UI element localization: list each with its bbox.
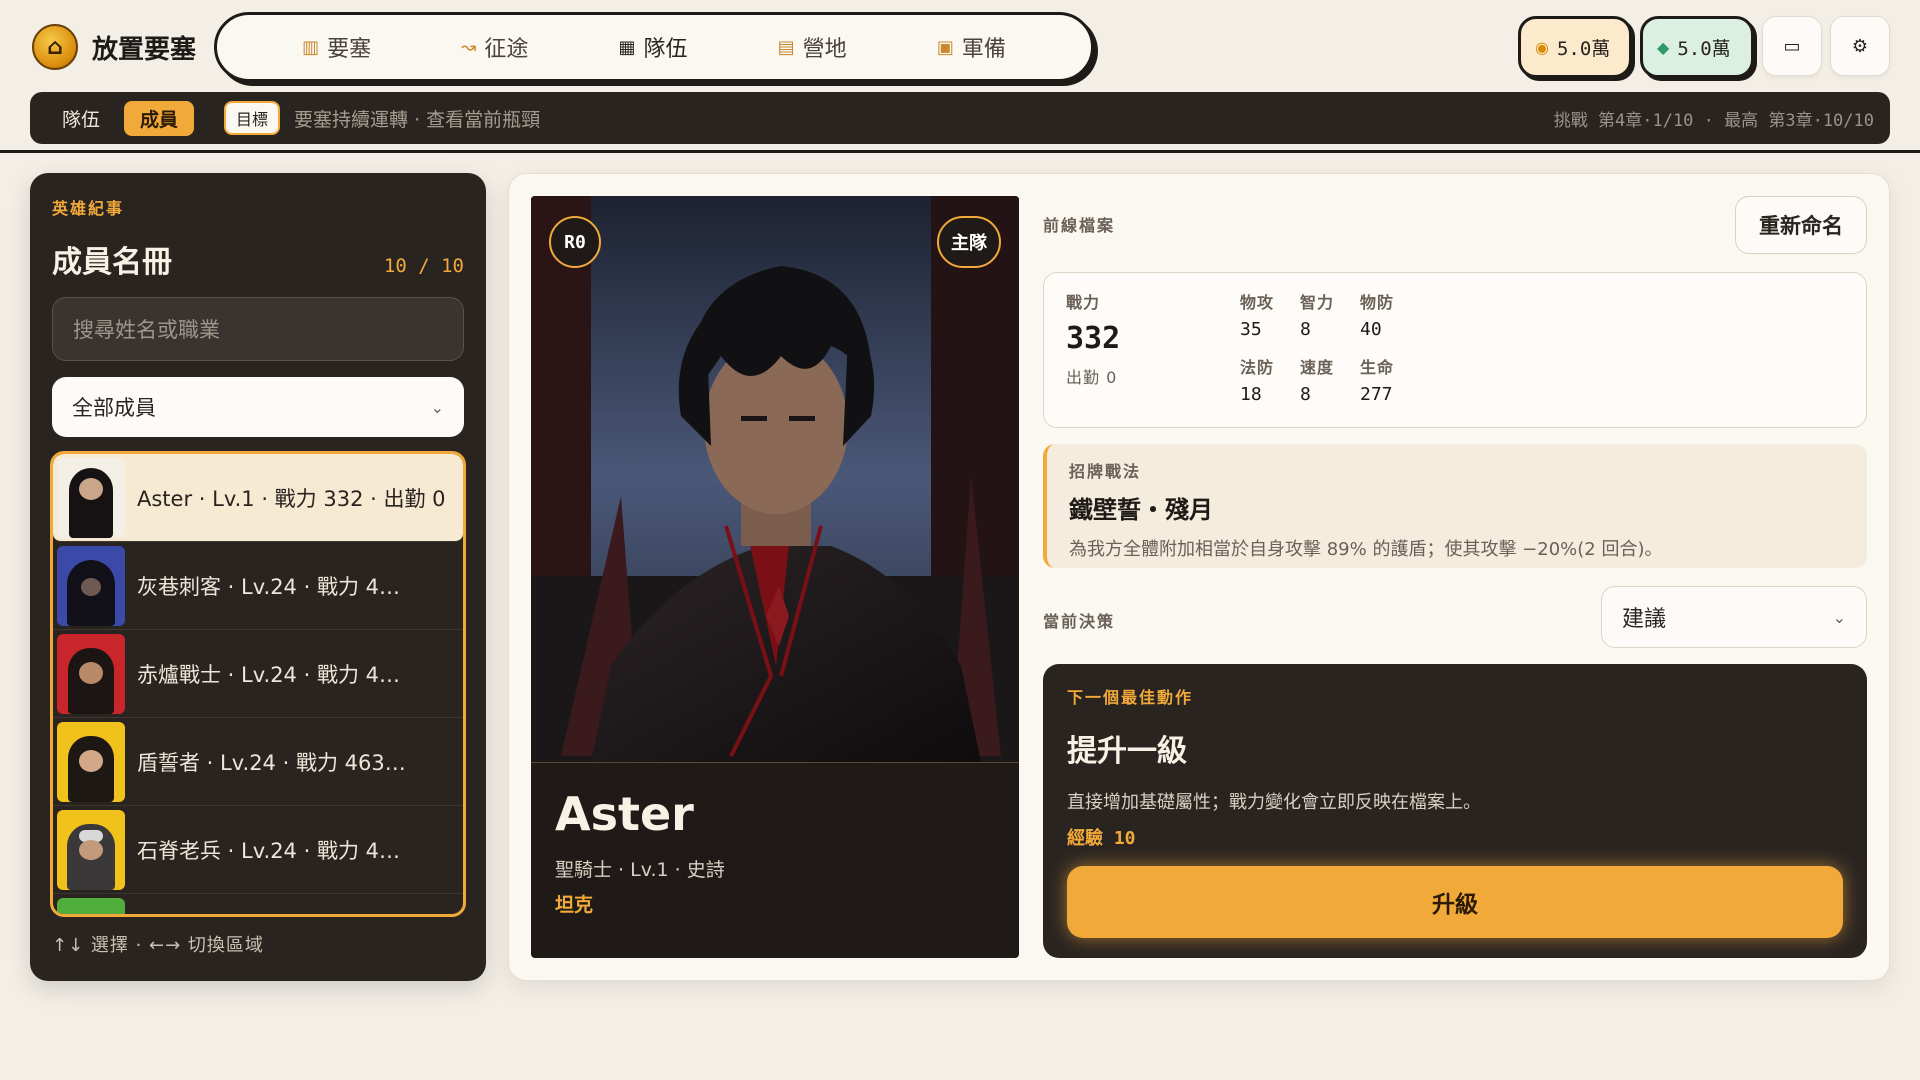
stats-card: 戰力 332 出勤 0 物攻 智力 物防 35 8 40 法防 速度 生命 18… [1043, 272, 1867, 428]
stat-label: 生命 [1360, 358, 1395, 377]
skill-name: 鐵壁誓・殘月 [1069, 496, 1213, 524]
fortress-icon: ▥ [302, 36, 320, 58]
decision-label: 當前決策 [1043, 612, 1116, 631]
roster-title: 成員名冊 [52, 245, 172, 280]
profile-section-label: 前線檔案 [1043, 216, 1116, 235]
action-title: 提升一級 [1067, 734, 1187, 769]
hero-meta: 聖騎士 · Lv.1 · 史詩 [555, 859, 725, 881]
signature-skill-card: 招牌戰法 鐵壁誓・殘月 為我方全體附加相當於自身攻擊 89% 的護盾；使其攻擊 … [1043, 444, 1867, 568]
chapter-progress: 挑戰 第4章·1/10 · 最高 第3章·10/10 [1553, 110, 1874, 131]
keyboard-hint: ↑↓ 選擇 · ←→ 切換區域 [52, 935, 264, 956]
xp-cost: 經驗 10 [1067, 828, 1136, 849]
gold-resource[interactable]: ◉ 5.0萬 [1518, 16, 1632, 78]
settings-button[interactable]: ⚙ [1830, 16, 1890, 76]
stat-value: 8 [1300, 319, 1311, 340]
camp-icon: ▤ [777, 36, 795, 58]
goal-text: 要塞持續運轉 · 查看當前瓶頸 [294, 108, 541, 131]
search-input[interactable]: 搜尋姓名或職業 [52, 297, 464, 361]
stat-label: 物攻 [1240, 293, 1275, 312]
next-action-card: 下一個最佳動作 提升一級 直接增加基礎屬性；戰力變化會立即反映在檔案上。 經驗 … [1043, 664, 1867, 958]
member-list[interactable]: Aster · Lv.1 · 戰力 332 · 出勤 0 灰巷刺客 · Lv.2… [50, 451, 466, 917]
skill-label: 招牌戰法 [1069, 462, 1142, 481]
avatar [57, 897, 125, 914]
armory-icon: ▣ [936, 36, 954, 58]
roster-panel: 英雄紀事 成員名冊 10 / 10 搜尋姓名或職業 全部成員 ⌄ Aster ·… [30, 173, 486, 981]
route-icon: ↝ [461, 36, 477, 58]
avatar [57, 545, 125, 626]
hero-name: Aster [555, 787, 694, 841]
grid-icon: ▦ [618, 36, 636, 58]
gem-resource[interactable]: ◆ 5.0萬 [1640, 16, 1754, 78]
gear-icon: ⚙ [1851, 35, 1869, 57]
main-nav: ▥ 要塞 ↝ 征途 ▦ 隊伍 ▤ 營地 ▣ 軍備 [214, 12, 1094, 82]
avatar [57, 633, 125, 714]
chevron-down-icon: ⌄ [1832, 607, 1846, 627]
coin-icon: ◉ [1535, 37, 1549, 57]
skill-description: 為我方全體附加相當於自身攻擊 89% 的護盾；使其攻擊 −20%(2 回合)。 [1069, 539, 1663, 560]
stat-label: 智力 [1300, 293, 1335, 312]
roster-count: 10 / 10 [383, 255, 464, 277]
avatar [57, 457, 125, 538]
app-title: 放置要塞 [92, 34, 197, 65]
level-up-button[interactable]: 升級 [1067, 866, 1843, 938]
stat-label: 法防 [1240, 358, 1275, 377]
stat-value: 277 [1360, 384, 1393, 405]
nav-camp[interactable]: ▤ 營地 [778, 31, 847, 63]
hero-portrait-image [531, 196, 1019, 762]
gem-icon: ◆ [1657, 37, 1670, 57]
hero-info: Aster 聖騎士 · Lv.1 · 史詩 坦克 [531, 762, 1019, 958]
hero-role: 坦克 [555, 894, 594, 916]
avatar [57, 809, 125, 890]
tab-members[interactable]: 成員 [124, 100, 195, 136]
stat-label: 物防 [1360, 293, 1395, 312]
save-button[interactable]: ▭ [1762, 16, 1822, 76]
roster-kicker: 英雄紀事 [52, 199, 125, 218]
rank-badge: R0 [549, 216, 601, 268]
stat-value: 40 [1360, 319, 1382, 340]
nav-journey[interactable]: ↝ 征途 [461, 31, 528, 63]
stat-label: 速度 [1300, 358, 1335, 377]
list-item[interactable]: 赤爐戰士 · Lv.24 · 戰力 4… [53, 630, 463, 718]
decision-select[interactable]: 建議 ⌄ [1601, 586, 1867, 648]
list-item[interactable]: 灰巷刺客 · Lv.24 · 戰力 4… [53, 542, 463, 630]
rename-button[interactable]: 重新命名 [1735, 196, 1867, 254]
sub-bar: 隊伍 成員 目標 要塞持續運轉 · 查看當前瓶頸 挑戰 第4章·1/10 · 最… [30, 92, 1890, 144]
action-kicker: 下一個最佳動作 [1067, 688, 1194, 707]
nav-team[interactable]: ▦ 隊伍 [618, 31, 687, 63]
chevron-down-icon: ⌄ [430, 397, 444, 417]
member-detail-panel: R0 主隊 Aster 聖騎士 · Lv.1 · 史詩 坦克 前線檔案 重新命名… [508, 173, 1890, 981]
deploy-count: 出勤 0 [1066, 368, 1118, 387]
header-divider [0, 150, 1920, 153]
fortress-emblem-icon: ⌂ [32, 24, 78, 70]
power-label: 戰力 [1066, 293, 1101, 312]
member-filter-select[interactable]: 全部成員 ⌄ [52, 377, 464, 437]
list-item[interactable]: 盾誓者 · Lv.24 · 戰力 463… [53, 718, 463, 806]
list-item[interactable]: Aster · Lv.1 · 戰力 332 · 出勤 0 [53, 454, 463, 542]
stat-value: 18 [1240, 384, 1262, 405]
power-value: 332 [1066, 321, 1121, 356]
team-badge: 主隊 [937, 216, 1001, 268]
brand: ⌂ 放置要塞 [32, 24, 196, 70]
nav-fortress[interactable]: ▥ 要塞 [302, 31, 371, 63]
list-item[interactable]: 石脊老兵 · Lv.24 · 戰力 4… [53, 806, 463, 894]
search-placeholder: 搜尋姓名或職業 [73, 318, 220, 342]
save-icon: ▭ [1783, 35, 1801, 57]
list-item[interactable] [53, 894, 463, 914]
stat-value: 35 [1240, 319, 1262, 340]
nav-armory[interactable]: ▣ 軍備 [937, 31, 1006, 63]
action-description: 直接增加基礎屬性；戰力變化會立即反映在檔案上。 [1067, 792, 1481, 813]
goal-tag: 目標 [224, 101, 281, 135]
avatar [57, 721, 125, 802]
tab-team[interactable]: 隊伍 [46, 101, 116, 136]
hero-portrait-card: R0 主隊 Aster 聖騎士 · Lv.1 · 史詩 坦克 [531, 196, 1019, 958]
stat-value: 8 [1300, 384, 1311, 405]
top-bar: ⌂ 放置要塞 ▥ 要塞 ↝ 征途 ▦ 隊伍 ▤ 營地 ▣ 軍備 ◉ 5.0萬 ◆… [0, 0, 1920, 92]
